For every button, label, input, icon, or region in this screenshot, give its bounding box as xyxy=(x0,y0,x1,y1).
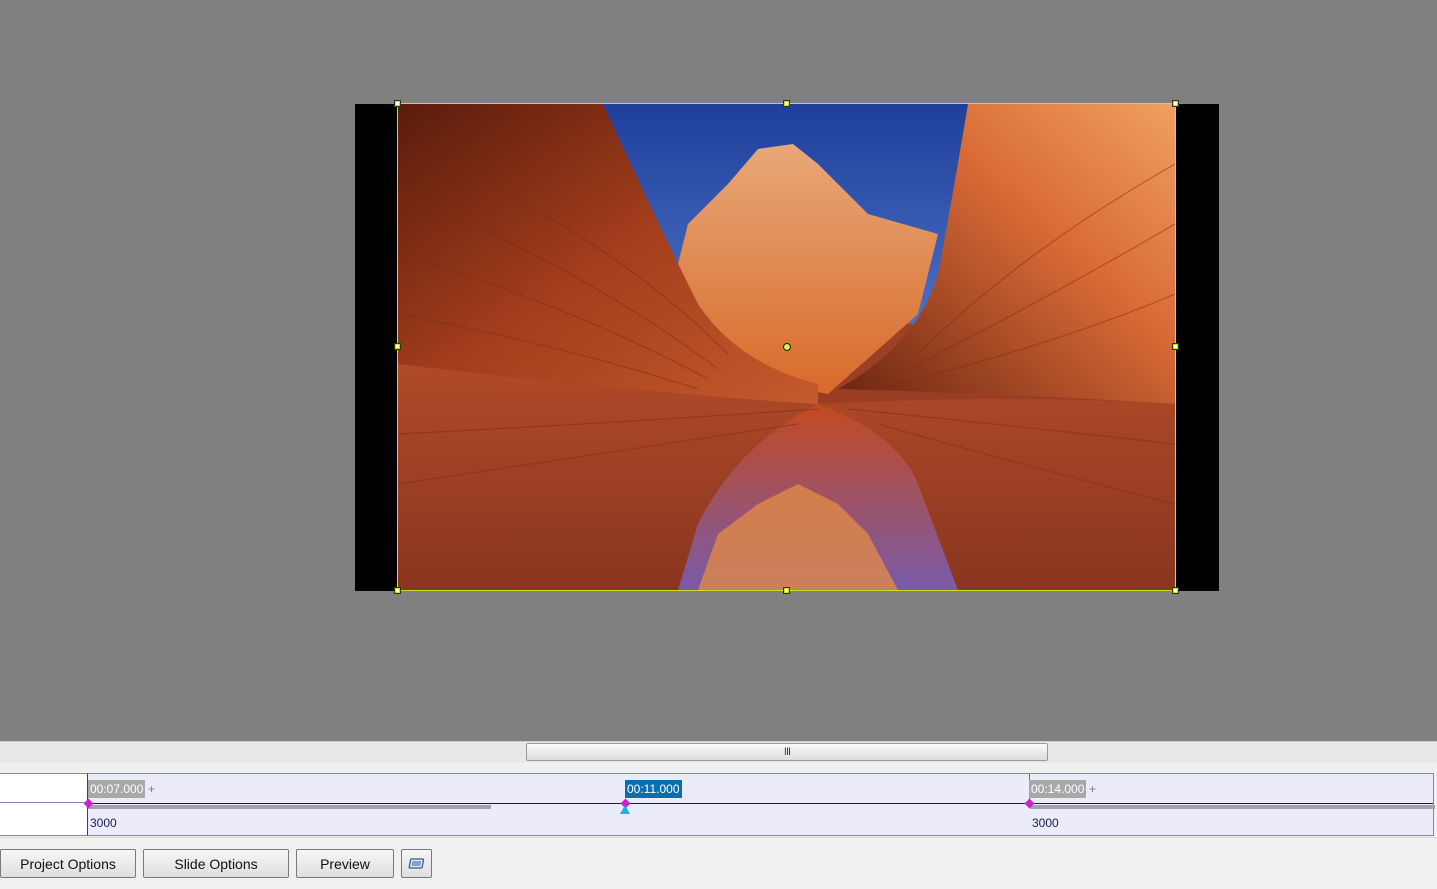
resize-handle-left[interactable] xyxy=(394,343,401,350)
keyframe-timeline: 00:07.000 + 3000 00:11.000 00:14.000 + 3… xyxy=(0,763,1437,837)
resize-handle-right[interactable] xyxy=(1172,343,1179,350)
resize-handle-top-left[interactable] xyxy=(394,100,401,107)
add-keyframe-icon[interactable]: + xyxy=(148,780,155,798)
center-pivot-handle[interactable] xyxy=(783,343,791,351)
add-keyframe-icon[interactable]: + xyxy=(1089,780,1096,798)
timeline-axis xyxy=(88,803,1433,804)
keyframe-value: 3000 xyxy=(90,816,117,830)
resize-handle-bottom-left[interactable] xyxy=(394,587,401,594)
window-mode-button[interactable] xyxy=(401,849,432,878)
horizontal-scrollbar[interactable]: III xyxy=(0,741,1437,763)
window-icon xyxy=(408,857,424,869)
resize-handle-top[interactable] xyxy=(783,100,790,107)
timeline-track[interactable]: 00:07.000 + 3000 00:11.000 00:14.000 + 3… xyxy=(83,773,1435,836)
resize-handle-bottom-right[interactable] xyxy=(1172,587,1179,594)
timeline-segment-bar xyxy=(88,805,491,809)
keyframe-time-label[interactable]: 00:07.000 xyxy=(88,780,146,798)
bottom-toolbar: Project Options Slide Options Preview xyxy=(0,837,1437,889)
preview-stage xyxy=(0,0,1437,741)
preview-button[interactable]: Preview xyxy=(296,849,394,878)
scrollbar-thumb[interactable]: III xyxy=(526,743,1048,761)
resize-handle-bottom[interactable] xyxy=(783,587,790,594)
resize-handle-top-right[interactable] xyxy=(1172,100,1179,107)
keyframe-value: 3000 xyxy=(1032,816,1059,830)
timeline-segment-bar xyxy=(1030,805,1435,809)
keyframe-time-label[interactable]: 00:14.000 xyxy=(1029,780,1087,798)
timeline-gutter-bottom xyxy=(0,803,87,836)
grip-icon: III xyxy=(783,746,791,758)
timeline-gutter-top xyxy=(0,773,87,803)
project-options-button[interactable]: Project Options xyxy=(0,849,136,878)
slide-options-button[interactable]: Slide Options xyxy=(143,849,289,878)
playhead-marker-icon[interactable] xyxy=(620,805,630,814)
keyframe-time-label-active[interactable]: 00:11.000 xyxy=(625,780,682,798)
